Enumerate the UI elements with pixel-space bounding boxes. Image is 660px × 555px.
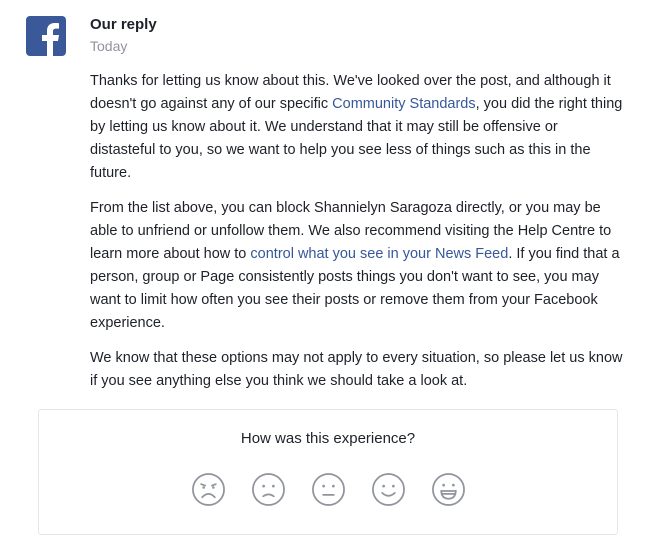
news-feed-control-link[interactable]: control what you see in your News Feed: [250, 246, 508, 262]
feedback-question: How was this experience?: [240, 430, 416, 447]
facebook-logo-icon: [26, 16, 66, 56]
sad-face-icon[interactable]: [251, 472, 286, 507]
rating-faces: [39, 472, 617, 507]
neutral-face-icon[interactable]: [311, 472, 346, 507]
message-paragraph-1: Thanks for letting us know about this. W…: [90, 70, 625, 185]
feedback-panel: How was this experience?: [38, 409, 618, 535]
message-paragraph-2: From the list above, you can block Shann…: [90, 197, 625, 335]
happy-face-icon[interactable]: [371, 472, 406, 507]
reply-message: Thanks for letting us know about this. W…: [90, 70, 625, 405]
very-happy-face-icon[interactable]: [431, 472, 466, 507]
very-sad-face-icon[interactable]: [191, 472, 226, 507]
community-standards-link[interactable]: Community Standards: [332, 96, 475, 112]
reply-author: Our reply: [90, 16, 157, 33]
reply-timestamp: Today: [90, 38, 128, 54]
message-paragraph-3: We know that these options may not apply…: [90, 350, 623, 389]
